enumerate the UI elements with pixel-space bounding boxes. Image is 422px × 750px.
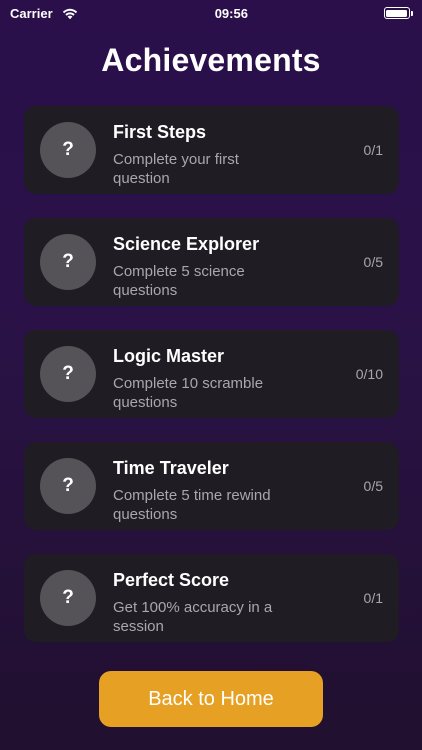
locked-achievement-icon: ?: [40, 346, 96, 402]
achievement-description: Get 100% accuracy in a session: [113, 599, 273, 635]
achievement-progress: 0/1: [363, 590, 383, 606]
achievement-card-perfect-score: ? Perfect Score Get 100% accuracy in a s…: [24, 554, 399, 642]
achievement-title: Logic Master: [113, 346, 225, 366]
battery-icon: [383, 7, 413, 19]
achievement-progress: 0/5: [363, 478, 383, 494]
locked-achievement-icon: ?: [40, 122, 96, 178]
locked-achievement-icon: ?: [40, 570, 96, 626]
achievement-title: First Steps: [113, 122, 207, 142]
achievement-description: Complete 10 scramble questions: [113, 375, 264, 411]
wifi-icon: [62, 8, 77, 20]
carrier-label: Carrier: [10, 5, 53, 21]
locked-achievement-icon: ?: [40, 458, 96, 514]
achievement-card-logic-master: ? Logic Master Complete 10 scramble ques…: [24, 330, 399, 418]
achievement-title: Science Explorer: [113, 234, 260, 254]
achievement-description: Complete 5 time rewind questions: [113, 487, 271, 523]
achievement-title: Time Traveler: [113, 458, 229, 478]
back-to-home-button[interactable]: Back to Home: [99, 671, 323, 727]
achievement-list: ? First Steps Complete your first questi…: [24, 106, 399, 666]
status-bar: Carrier 09:56: [0, 0, 422, 26]
achievement-description: Complete 5 science questions: [113, 263, 245, 299]
achievement-progress: 0/10: [355, 366, 383, 382]
page-title: Achievements: [101, 42, 321, 78]
locked-achievement-icon: ?: [40, 234, 96, 290]
achievement-progress: 0/5: [363, 254, 383, 270]
status-time: 09:56: [214, 5, 248, 21]
achievement-progress: 0/1: [363, 142, 383, 158]
achievement-card-time-traveler: ? Time Traveler Complete 5 time rewind q…: [24, 442, 399, 530]
achievement-title: Perfect Score: [113, 570, 230, 590]
achievement-card-science-explorer: ? Science Explorer Complete 5 science qu…: [24, 218, 399, 306]
achievement-description: Complete your first question: [113, 151, 239, 187]
status-left: Carrier: [10, 6, 79, 21]
achievement-card-first-steps: ? First Steps Complete your first questi…: [24, 106, 399, 194]
